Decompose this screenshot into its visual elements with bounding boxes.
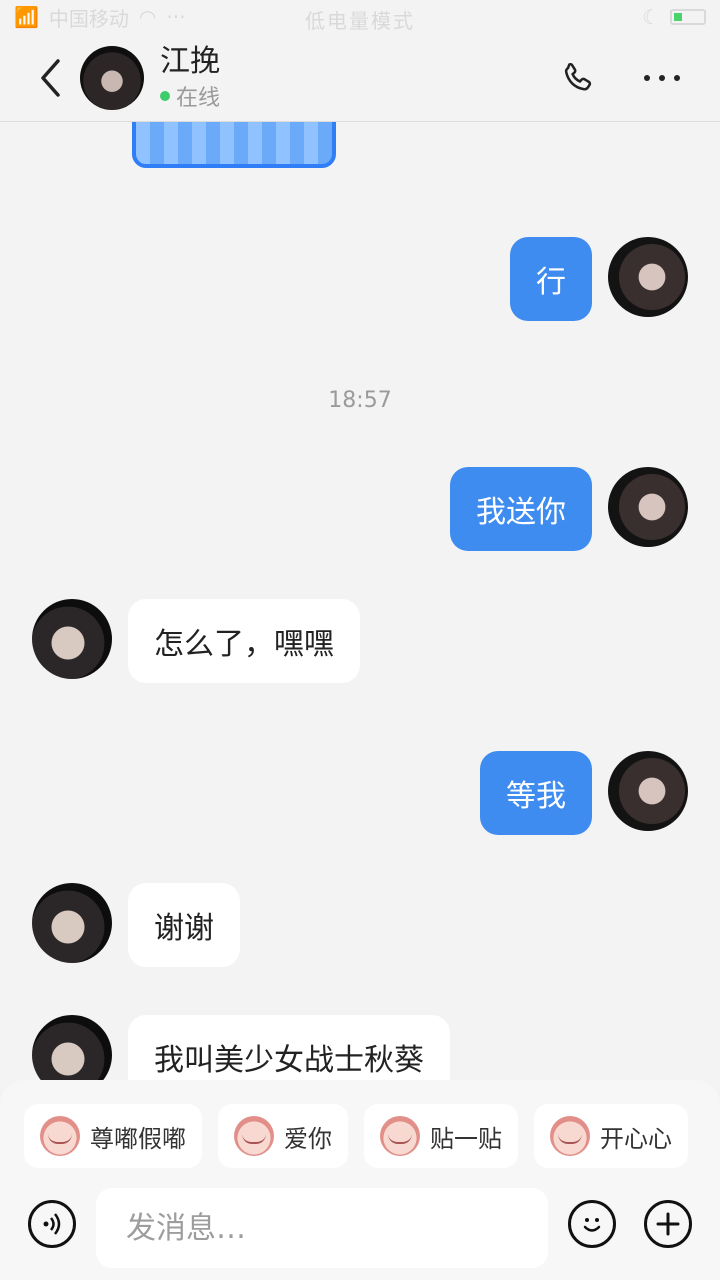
quick-reply-label: 尊嘟假嘟 [90,1124,186,1153]
chat-area[interactable]: 行 18:57 我送你 怎么了，嘿嘿 等我 谢谢 我叫美少女战士秋葵 [0,122,720,1080]
contact-info: 江挽 在线 [160,44,220,112]
emoji-icon[interactable] [568,1200,616,1248]
my-avatar[interactable] [608,751,688,831]
message-row: 我叫美少女战士秋葵 [0,1015,720,1080]
input-row [0,1188,720,1268]
quick-reply-label: 贴一贴 [430,1124,502,1153]
quick-reply-label: 爱你 [284,1124,332,1153]
sticker-icon [234,1116,274,1156]
message-timestamp: 18:57 [328,388,392,413]
low-power-mode-label: 低电量模式 [305,9,415,33]
message-bubble-sent[interactable]: 我送你 [450,467,592,551]
quick-reply-row: 尊嘟假嘟 爱你 贴一贴 开心心 [24,1104,688,1168]
message-row: 怎么了，嘿嘿 [0,599,720,683]
voice-input-icon[interactable] [28,1200,76,1248]
message-row: 行 [0,237,720,321]
contact-avatar[interactable] [32,883,112,963]
more-options-icon[interactable] [640,56,684,100]
header-actions [556,56,684,100]
my-avatar[interactable] [608,467,688,547]
message-input[interactable] [96,1188,548,1268]
online-status-label: 在线 [176,85,221,111]
online-status: 在线 [160,80,220,112]
contact-avatar[interactable] [32,1015,112,1080]
chat-header: 江挽 在线 [0,34,720,122]
message-bubble-received[interactable]: 我叫美少女战士秋葵 [128,1015,450,1080]
back-icon[interactable] [20,48,80,108]
quick-reply-label: 开心心 [600,1124,672,1153]
contact-avatar[interactable] [80,45,144,110]
quick-reply-chip[interactable]: 尊嘟假嘟 [24,1104,202,1168]
message-bubble-sent[interactable]: 等我 [480,751,592,835]
message-row: 我送你 [0,467,720,551]
contact-avatar[interactable] [32,599,112,679]
message-bubble-received[interactable]: 怎么了，嘿嘿 [128,599,360,683]
battery-icon [670,9,706,25]
message-bubble-sent[interactable]: 行 [510,237,592,321]
input-panel: 尊嘟假嘟 爱你 贴一贴 开心心 [0,1080,720,1280]
contact-name: 江挽 [160,43,220,79]
message-row: 等我 [0,751,720,835]
quick-reply-chip[interactable]: 开心心 [534,1104,688,1168]
sticker-icon [40,1116,80,1156]
message-row: 谢谢 [0,883,720,967]
online-dot-icon [160,90,170,101]
phone-icon[interactable] [556,56,600,100]
image-message-partial[interactable] [132,122,336,168]
sticker-icon [550,1116,590,1156]
quick-reply-chip[interactable]: 贴一贴 [364,1104,518,1168]
status-bar: 📶 中国移动 ◠ ··· 低电量模式 ☾ [0,0,720,34]
sticker-icon [380,1116,420,1156]
my-avatar[interactable] [608,237,688,317]
quick-reply-chip[interactable]: 爱你 [218,1104,348,1168]
message-bubble-received[interactable]: 谢谢 [128,883,240,967]
plus-icon[interactable] [644,1200,692,1248]
